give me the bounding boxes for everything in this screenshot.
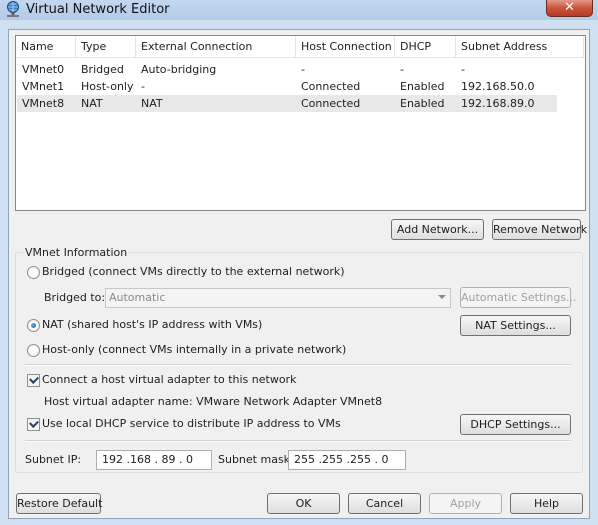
cell-external-connection: -	[141, 80, 145, 93]
host-only-label[interactable]: Host-only (connect VMs internally in a p…	[42, 343, 346, 357]
bridged-label[interactable]: Bridged (connect VMs directly to the ext…	[42, 265, 345, 279]
table-row-vmnet8[interactable]: VMnet8 NAT NAT Connected Enabled 192.168…	[17, 95, 557, 112]
automatic-settings-button[interactable]: Automatic Settings...	[460, 287, 577, 308]
cell-dhcp: Enabled	[400, 80, 445, 93]
apply-button[interactable]: Apply	[429, 493, 502, 514]
window-title: Virtual Network Editor	[26, 2, 170, 17]
network-list-header: Name Type External Connection Host Conne…	[16, 36, 585, 58]
restore-default-button[interactable]: Restore Default	[16, 493, 102, 514]
dhcp-label[interactable]: Use local DHCP service to distribute IP …	[42, 417, 341, 431]
connect-adapter-checkbox[interactable]	[27, 374, 40, 387]
cell-subnet-address: 192.168.89.0	[461, 97, 535, 110]
cell-host-connection: Connected	[301, 80, 361, 93]
cell-host-connection: Connected	[301, 97, 361, 110]
divider	[25, 440, 571, 442]
nat-settings-button[interactable]: NAT Settings...	[460, 315, 571, 336]
check-icon	[29, 374, 39, 384]
subnet-mask-field[interactable]: 255 .255 .255 . 0	[288, 450, 406, 470]
ok-button[interactable]: OK	[267, 493, 340, 514]
dhcp-checkbox[interactable]	[27, 418, 40, 431]
check-icon	[29, 418, 39, 428]
cell-type: Bridged	[81, 63, 124, 76]
cell-subnet-address: 192.168.50.0	[461, 80, 535, 93]
cell-subnet-address: -	[461, 63, 465, 76]
connect-adapter-label[interactable]: Connect a host virtual adapter to this n…	[42, 373, 296, 387]
title-bar: Virtual Network Editor ✕	[0, 0, 598, 20]
column-header-subnet-address[interactable]: Subnet Address	[456, 36, 584, 58]
nat-label[interactable]: NAT (shared host's IP address with VMs)	[42, 318, 262, 332]
subnet-ip-label: Subnet IP:	[25, 453, 82, 466]
vmnet-information-legend: VMnet Information	[23, 246, 130, 259]
bridged-to-select[interactable]: Automatic	[105, 288, 451, 308]
close-button[interactable]: ✕	[546, 0, 593, 17]
cell-dhcp: -	[400, 63, 404, 76]
cancel-button[interactable]: Cancel	[348, 493, 421, 514]
column-header-type[interactable]: Type	[76, 36, 136, 58]
close-icon: ✕	[564, 0, 575, 15]
bridged-to-label: Bridged to:	[44, 291, 106, 304]
cell-name: VMnet0	[22, 63, 65, 76]
dialog-body: Name Type External Connection Host Conne…	[8, 29, 590, 519]
cell-dhcp: Enabled	[400, 97, 445, 110]
dhcp-settings-button[interactable]: DHCP Settings...	[460, 414, 571, 435]
subnet-mask-label: Subnet mask:	[218, 453, 294, 466]
column-header-name[interactable]: Name	[16, 36, 76, 58]
column-header-external-connection[interactable]: External Connection	[136, 36, 296, 58]
cell-name: VMnet8	[22, 97, 65, 110]
cell-name: VMnet1	[22, 80, 65, 93]
table-row-vmnet1[interactable]: VMnet1 Host-only - Connected Enabled 192…	[17, 78, 557, 95]
cell-host-connection: -	[301, 63, 305, 76]
help-button[interactable]: Help	[510, 493, 583, 514]
cell-type: Host-only	[81, 80, 134, 93]
adapter-name-label: Host virtual adapter name: VMware Networ…	[44, 395, 383, 408]
virtual-network-editor-window: Virtual Network Editor ✕ Name Type Exter…	[0, 0, 598, 525]
column-header-host-connection[interactable]: Host Connection	[296, 36, 395, 58]
subnet-ip-field[interactable]: 192 .168 . 89 . 0	[96, 450, 212, 470]
cell-type: NAT	[81, 97, 103, 110]
network-list[interactable]: Name Type External Connection Host Conne…	[15, 35, 586, 211]
nat-radio[interactable]	[27, 319, 40, 332]
host-only-radio[interactable]	[27, 344, 40, 357]
add-network-button[interactable]: Add Network...	[391, 219, 484, 240]
divider	[25, 364, 571, 366]
cell-external-connection: Auto-bridging	[141, 63, 217, 76]
remove-network-button[interactable]: Remove Network	[492, 219, 587, 240]
bridged-radio[interactable]	[27, 266, 40, 279]
column-header-dhcp[interactable]: DHCP	[395, 36, 456, 58]
chevron-down-icon	[438, 295, 446, 299]
network-globe-icon	[5, 1, 21, 18]
cell-external-connection: NAT	[141, 97, 163, 110]
table-row-vmnet0[interactable]: VMnet0 Bridged Auto-bridging - - -	[17, 61, 557, 78]
